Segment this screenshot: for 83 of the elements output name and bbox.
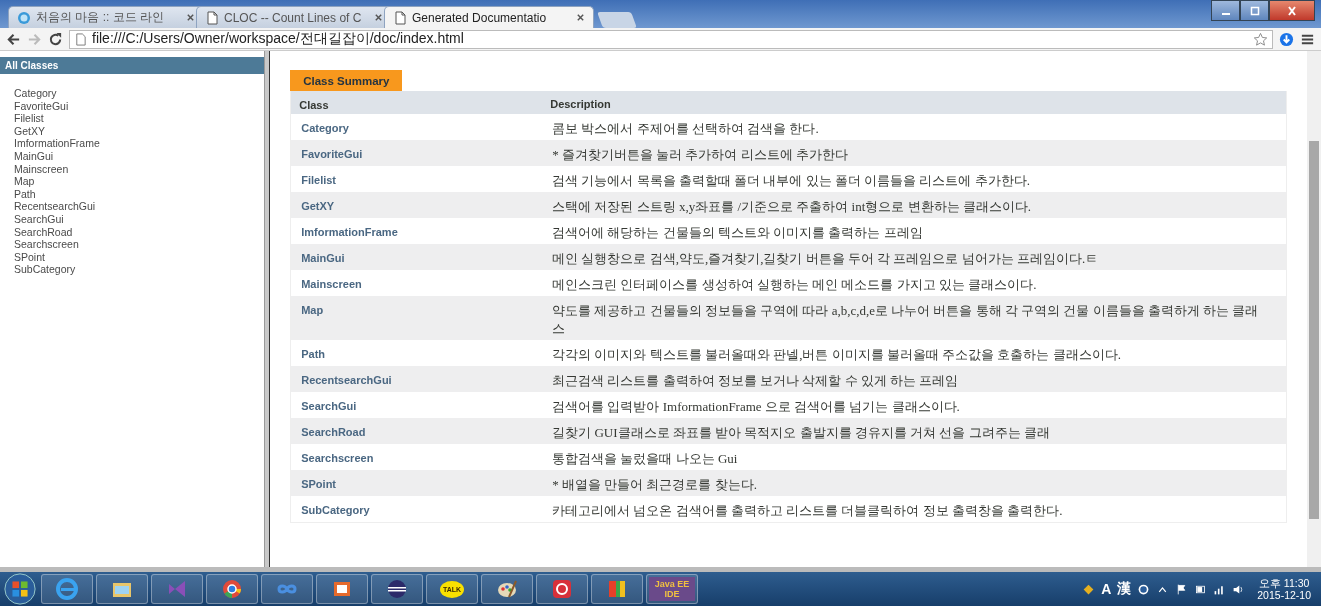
class-link[interactable]: Path [301, 348, 326, 360]
ime-mode[interactable]: A [1101, 581, 1112, 597]
browser-app-icon[interactable] [41, 574, 93, 604]
description-text: 약도를 제공하고 건물들의 정보들을 구역에 따라 a,b,c,d,e로 나누어 버튼을 통해 각 구역의 건물 이름들을 출력하게 하는 클래스 [552, 303, 1259, 336]
description-text: * 배열을 만들어 최근경로를 찾는다. [552, 477, 757, 492]
description-text: 최근검색 리스트를 출력하여 정보를 보거나 삭제할 수 있게 하는 프레임 [552, 373, 959, 388]
download-icon[interactable] [1279, 31, 1294, 47]
class-link[interactable]: Searchscreen [301, 452, 374, 464]
description-text: 각각의 이미지와 텍스트를 불러올때와 판넬,버튼 이미지를 불러올때 주소값을 호출하는 클래스이다. [552, 347, 1121, 362]
class-link[interactable]: SubCategory [14, 263, 76, 276]
column-header: Class [298, 97, 330, 111]
paint-icon[interactable] [481, 574, 533, 604]
description-text: 메인 실행창으로 검색,약도,즐겨찾기,길찾기 버튼을 두어 각 프레임으로 넘어가는 프레임이다.ㅌ [552, 251, 1099, 266]
class-link[interactable]: GetXY [301, 200, 335, 212]
class-link[interactable]: GetXY [14, 124, 45, 138]
description-text: * 즐겨찾기버튼을 눌러 추가하여 리스트에 추가한다 [552, 147, 848, 162]
page-icon [393, 10, 407, 25]
folder-icon[interactable] [96, 574, 148, 604]
class-link[interactable]: ImformationFrame [301, 226, 398, 238]
close-icon[interactable] [576, 13, 585, 22]
class-link[interactable]: MainGui [301, 252, 345, 264]
class-link[interactable]: Category [301, 122, 349, 134]
class-link[interactable]: SearchGui [14, 212, 64, 226]
description-text: 통합검색을 눌렀을때 나오는 Gui [552, 451, 738, 466]
description-text: 메인스크린 인터페이스를 생성하여 실행하는 메인 메소드를 가지고 있는 클래스이다. [552, 277, 1037, 292]
star-icon[interactable] [1253, 31, 1268, 47]
page-icon [205, 10, 219, 25]
scrollbar[interactable] [1307, 51, 1321, 567]
record-app-icon[interactable] [536, 574, 588, 604]
ime-hanja[interactable]: 漢 [1117, 580, 1132, 598]
class-link[interactable]: FavoriteGui [301, 148, 363, 160]
close-icon [1286, 5, 1298, 16]
maximize-icon [1248, 5, 1261, 16]
java-ide-icon[interactable]: Java EE IDE [646, 574, 698, 604]
class-link[interactable]: SPoint [14, 250, 45, 264]
class-link[interactable]: RecentsearchGui [14, 200, 96, 213]
diamond-icon[interactable] [1082, 582, 1096, 596]
flag-icon[interactable] [1175, 582, 1189, 596]
presentation-icon[interactable] [316, 574, 368, 604]
class-link[interactable]: Map [14, 175, 35, 188]
browser-tab[interactable]: Generated Documentatio [384, 6, 594, 28]
class-link[interactable]: Filelist [301, 174, 337, 186]
class-link[interactable]: Mainscreen [14, 162, 69, 176]
address-field[interactable]: file:///C:/Users/Owner/workspace/전대길잡이/doc/index.html [69, 29, 1273, 49]
start-button[interactable] [2, 572, 38, 606]
class-link[interactable]: Map [301, 304, 324, 316]
description-text: 카테고리에서 넘오온 검색어를 출력하고 리스트를 더블클릭하여 정보 출력창을 출력한다. [552, 503, 1063, 518]
close-icon[interactable] [374, 13, 383, 22]
maximize-button[interactable] [1240, 0, 1269, 21]
reload-icon[interactable] [48, 31, 63, 47]
description-text: 검색어에 해당하는 건물들의 텍스트와 이미지를 출력하는 프레임 [552, 225, 923, 240]
class-link[interactable]: MainGui [14, 149, 54, 163]
column-header: Description [549, 96, 612, 112]
class-link[interactable]: Mainscreen [301, 278, 362, 290]
class-link[interactable]: Category [14, 87, 57, 100]
class-link[interactable]: SubCategory [301, 504, 370, 516]
class-link[interactable]: SearchRoad [14, 225, 73, 239]
app-icon[interactable] [591, 574, 643, 604]
close-icon[interactable] [186, 13, 195, 22]
class-link[interactable]: Path [14, 187, 36, 201]
close-button[interactable] [1269, 0, 1315, 21]
class-link[interactable]: SPoint [301, 478, 337, 490]
page-icon [74, 32, 87, 46]
description-text: 검색어를 입력받아 ImformationFrame 으로 검색어를 넘기는 클래스이다. [552, 399, 960, 414]
description-text: 콤보 박스에서 주제어를 선택하여 검색을 한다. [552, 121, 819, 136]
frame-title: All Classes [0, 57, 265, 74]
class-link[interactable]: RecentsearchGui [301, 374, 392, 386]
back-icon[interactable] [6, 31, 21, 47]
class-link[interactable]: FavoriteGui [14, 99, 69, 113]
class-link[interactable]: Filelist [14, 112, 44, 125]
ide-icon[interactable] [151, 574, 203, 604]
minimize-button[interactable] [1211, 0, 1240, 21]
new-tab-button[interactable] [597, 12, 637, 28]
clock[interactable]: 오후 11:30 2015-12-10 [1257, 577, 1311, 601]
description-text: 검색 기능에서 목록을 출력할때 폴더 내부에 있는 폴더 이름들을 리스트에 추가한다. [552, 173, 1030, 188]
globe-icon [17, 10, 31, 25]
class-link[interactable]: SearchRoad [301, 426, 366, 438]
class-link[interactable]: ImformationFrame [14, 137, 100, 150]
minimize-icon [1221, 12, 1230, 15]
description-text: 스택에 저장된 스트링 x,y좌표를 /기준으로 주출하여 int형으로 변환하는 클래스이다. [552, 199, 1032, 214]
class-link[interactable]: Searchscreen [14, 238, 79, 251]
description-text: 길찾기 GUI클래스로 좌표를 받아 목적지오 출발지를 경유지를 거쳐 선을 그려주는 클래 [552, 425, 1050, 440]
class-link[interactable]: SearchGui [301, 400, 357, 412]
